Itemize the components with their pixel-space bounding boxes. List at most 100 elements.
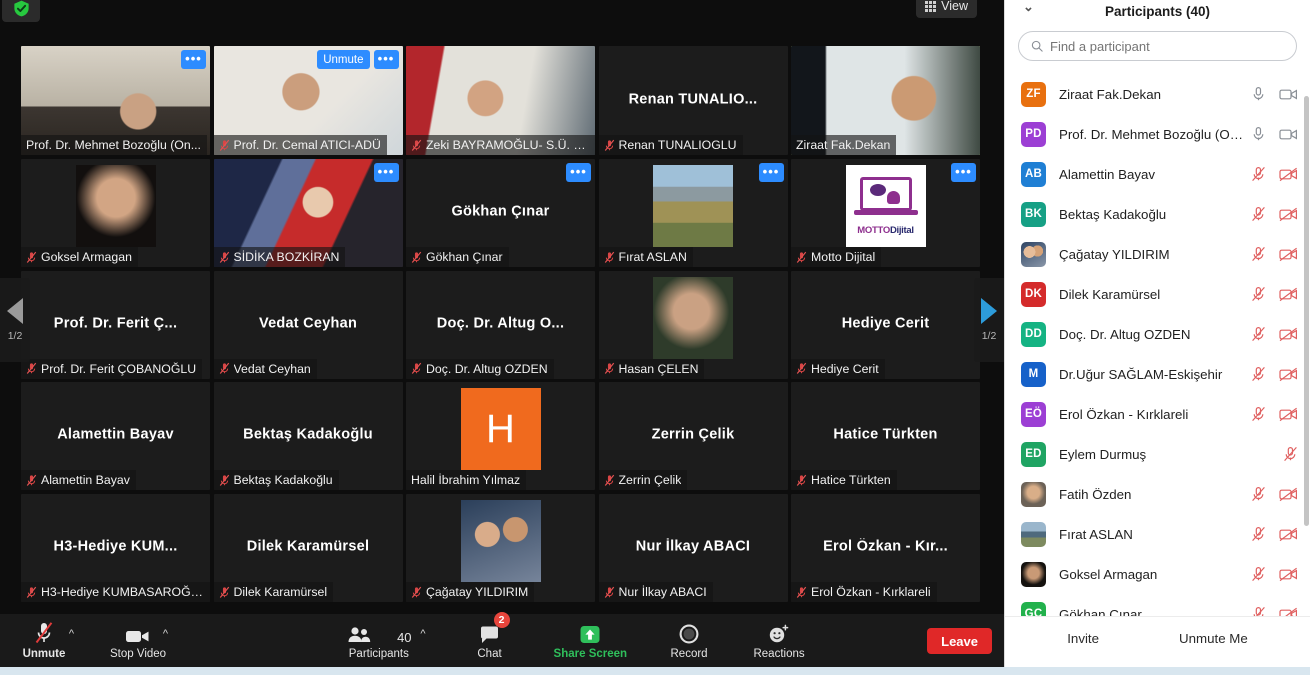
tile-unmute-button[interactable]: Unmute [317,50,369,69]
mic-off-icon[interactable] [1251,286,1266,302]
participant-row[interactable]: DKDilek Karamürsel [1005,274,1310,314]
participant-row[interactable]: ZFZiraat Fak.Dekan [1005,74,1310,114]
video-options-chevron-icon[interactable]: ^ [163,628,168,640]
participant-search-box[interactable] [1018,31,1297,61]
view-layout-button[interactable]: View [916,0,977,18]
camera-off-icon[interactable] [1279,207,1298,222]
participant-tile[interactable]: Nur İlkay ABACINur İlkay ABACI [599,494,788,602]
encryption-shield-icon[interactable] [2,0,40,22]
mic-off-icon[interactable] [1251,526,1266,542]
participant-row[interactable]: BKBektaş Kadakoğlu [1005,194,1310,234]
participant-row[interactable]: EDEylem Durmuş [1005,434,1310,474]
mic-on-icon[interactable] [1251,126,1266,142]
participant-tile[interactable]: Hatice TürktenHatice Türkten [791,382,980,490]
tile-more-options-button[interactable]: ••• [374,163,399,182]
tile-more-options-button[interactable]: ••• [181,50,206,69]
participant-row[interactable]: Fırat ASLAN [1005,514,1310,554]
camera-off-icon[interactable] [1279,527,1298,542]
camera-off-icon[interactable] [1279,367,1298,382]
participant-tile[interactable]: Zeki BAYRAMOĞLU- S.Ü. Zi... [406,46,595,155]
participant-tile[interactable]: SİDİKA BOZKİRAN••• [214,159,403,267]
camera-off-icon[interactable] [1279,287,1298,302]
mic-on-icon[interactable] [1251,86,1266,102]
participant-row[interactable]: Goksel Armagan [1005,554,1310,594]
tile-more-options-button[interactable]: ••• [374,50,399,69]
mic-off-icon[interactable] [1251,366,1266,382]
participant-tile[interactable]: H3-Hediye KUM...H3-Hediye KUMBASAROĞLU [21,494,210,602]
participant-tile[interactable]: Dilek KaramürselDilek Karamürsel [214,494,403,602]
participant-tile[interactable]: Çağatay YILDIRIM [406,494,595,602]
tile-more-options-button[interactable]: ••• [566,163,591,182]
mic-off-icon[interactable] [1251,406,1266,422]
leave-meeting-button[interactable]: Leave [927,628,992,654]
stop-video-button[interactable]: Stop Video ^ [110,614,166,667]
participant-row[interactable]: GÇGökhan Çınar [1005,594,1310,616]
participant-tile[interactable]: Zerrin ÇelikZerrin Çelik [599,382,788,490]
participant-tile[interactable]: Gökhan ÇınarGökhan Çınar••• [406,159,595,267]
camera-off-icon[interactable] [1279,247,1298,262]
participant-tile[interactable]: Prof. Dr. Cemal ATICI-ADÜUnmute••• [214,46,403,155]
gallery-previous-page-button[interactable]: 1/2 [0,278,30,362]
mic-off-icon[interactable] [1251,246,1266,262]
participant-tile[interactable]: MOTTODijitalMotto Dijital••• [791,159,980,267]
participant-center-name: Vedat Ceyhan [214,315,403,331]
participant-tile[interactable]: Hediye CeritHediye Cerit [791,271,980,379]
participant-row[interactable]: DDDoç. Dr. Altug OZDEN [1005,314,1310,354]
participants-options-chevron-icon[interactable]: ^ [420,628,425,640]
mic-off-icon[interactable] [1251,486,1266,502]
unmute-button[interactable]: Unmute ^ [16,614,72,667]
mic-off-icon[interactable] [1251,206,1266,222]
participant-row[interactable]: ABAlamettin Bayav [1005,154,1310,194]
muted-mic-icon [604,139,615,152]
mic-off-icon[interactable] [1251,326,1266,342]
unmute-me-button[interactable]: Unmute Me [1179,631,1248,646]
invite-button[interactable]: Invite [1067,631,1099,646]
participant-tile[interactable]: Prof. Dr. Mehmet Bozoğlu (On...••• [21,46,210,155]
mic-off-icon[interactable] [1251,606,1266,616]
camera-off-icon[interactable] [1279,167,1298,182]
participant-row[interactable]: PDProf. Dr. Mehmet Bozoğlu (Ond... [1005,114,1310,154]
participant-row[interactable]: Çağatay YILDIRIM [1005,234,1310,274]
mic-off-icon[interactable] [1251,566,1266,582]
participants-button[interactable]: 40 Participants ^ [346,614,411,667]
record-button[interactable]: Record [661,614,717,667]
chat-button[interactable]: 2 Chat [462,614,518,667]
participant-row[interactable]: MDr.Uğur SAĞLAM-Eskişehir [1005,354,1310,394]
participant-tile[interactable]: Ziraat Fak.Dekan [791,46,980,155]
share-screen-button[interactable]: Share Screen [554,614,628,667]
chevron-down-icon[interactable]: ⌄ [1023,0,1034,15]
participants-list-scrollbar[interactable] [1304,96,1309,526]
camera-off-icon[interactable] [1279,327,1298,342]
participant-tile[interactable]: Fırat ASLAN••• [599,159,788,267]
mic-off-icon[interactable] [1251,166,1266,182]
camera-off-icon[interactable] [1279,567,1298,582]
participants-list[interactable]: ZFZiraat Fak.DekanPDProf. Dr. Mehmet Boz… [1005,74,1310,616]
gallery-next-page-button[interactable]: 1/2 [974,278,1004,362]
participant-tile[interactable]: HHalil İbrahim Yılmaz [406,382,595,490]
tile-more-options-button[interactable]: ••• [759,163,784,182]
participant-tile[interactable]: Vedat CeyhanVedat Ceyhan [214,271,403,379]
camera-off-icon[interactable] [1279,607,1298,617]
participant-tile[interactable]: Alamettin BayavAlamettin Bayav [21,382,210,490]
participant-tile[interactable]: Bektaş KadakoğluBektaş Kadakoğlu [214,382,403,490]
camera-on-icon[interactable] [1279,127,1298,142]
participant-search-input[interactable] [1050,39,1284,54]
audio-options-chevron-icon[interactable]: ^ [69,628,74,640]
participant-tile[interactable]: Renan TUNALIO...Renan TUNALIOGLU [599,46,788,155]
camera-off-icon[interactable] [1279,407,1298,422]
tile-more-options-button[interactable]: ••• [951,163,976,182]
participant-tile[interactable]: Doç. Dr. Altug O...Doç. Dr. Altug OZDEN [406,271,595,379]
participant-tile[interactable]: Goksel Armagan [21,159,210,267]
participant-name-label: Dilek Karamürsel [234,585,328,599]
mic-off-icon[interactable] [1283,446,1298,462]
participant-row[interactable]: EÖErol Özkan - Kırklareli [1005,394,1310,434]
camera-off-icon[interactable] [1279,487,1298,502]
participant-name-bar: Ziraat Fak.Dekan [791,135,896,155]
participant-avatar: M [1021,362,1046,387]
participant-tile[interactable]: Erol Özkan - Kır...Erol Özkan - Kırklare… [791,494,980,602]
participant-row[interactable]: Fatih Özden [1005,474,1310,514]
participant-tile[interactable]: Prof. Dr. Ferit Ç...Prof. Dr. Ferit ÇOBA… [21,271,210,379]
participant-tile[interactable]: Hasan ÇELEN [599,271,788,379]
camera-on-icon[interactable] [1279,87,1298,102]
reactions-button[interactable]: Reactions [751,614,807,667]
